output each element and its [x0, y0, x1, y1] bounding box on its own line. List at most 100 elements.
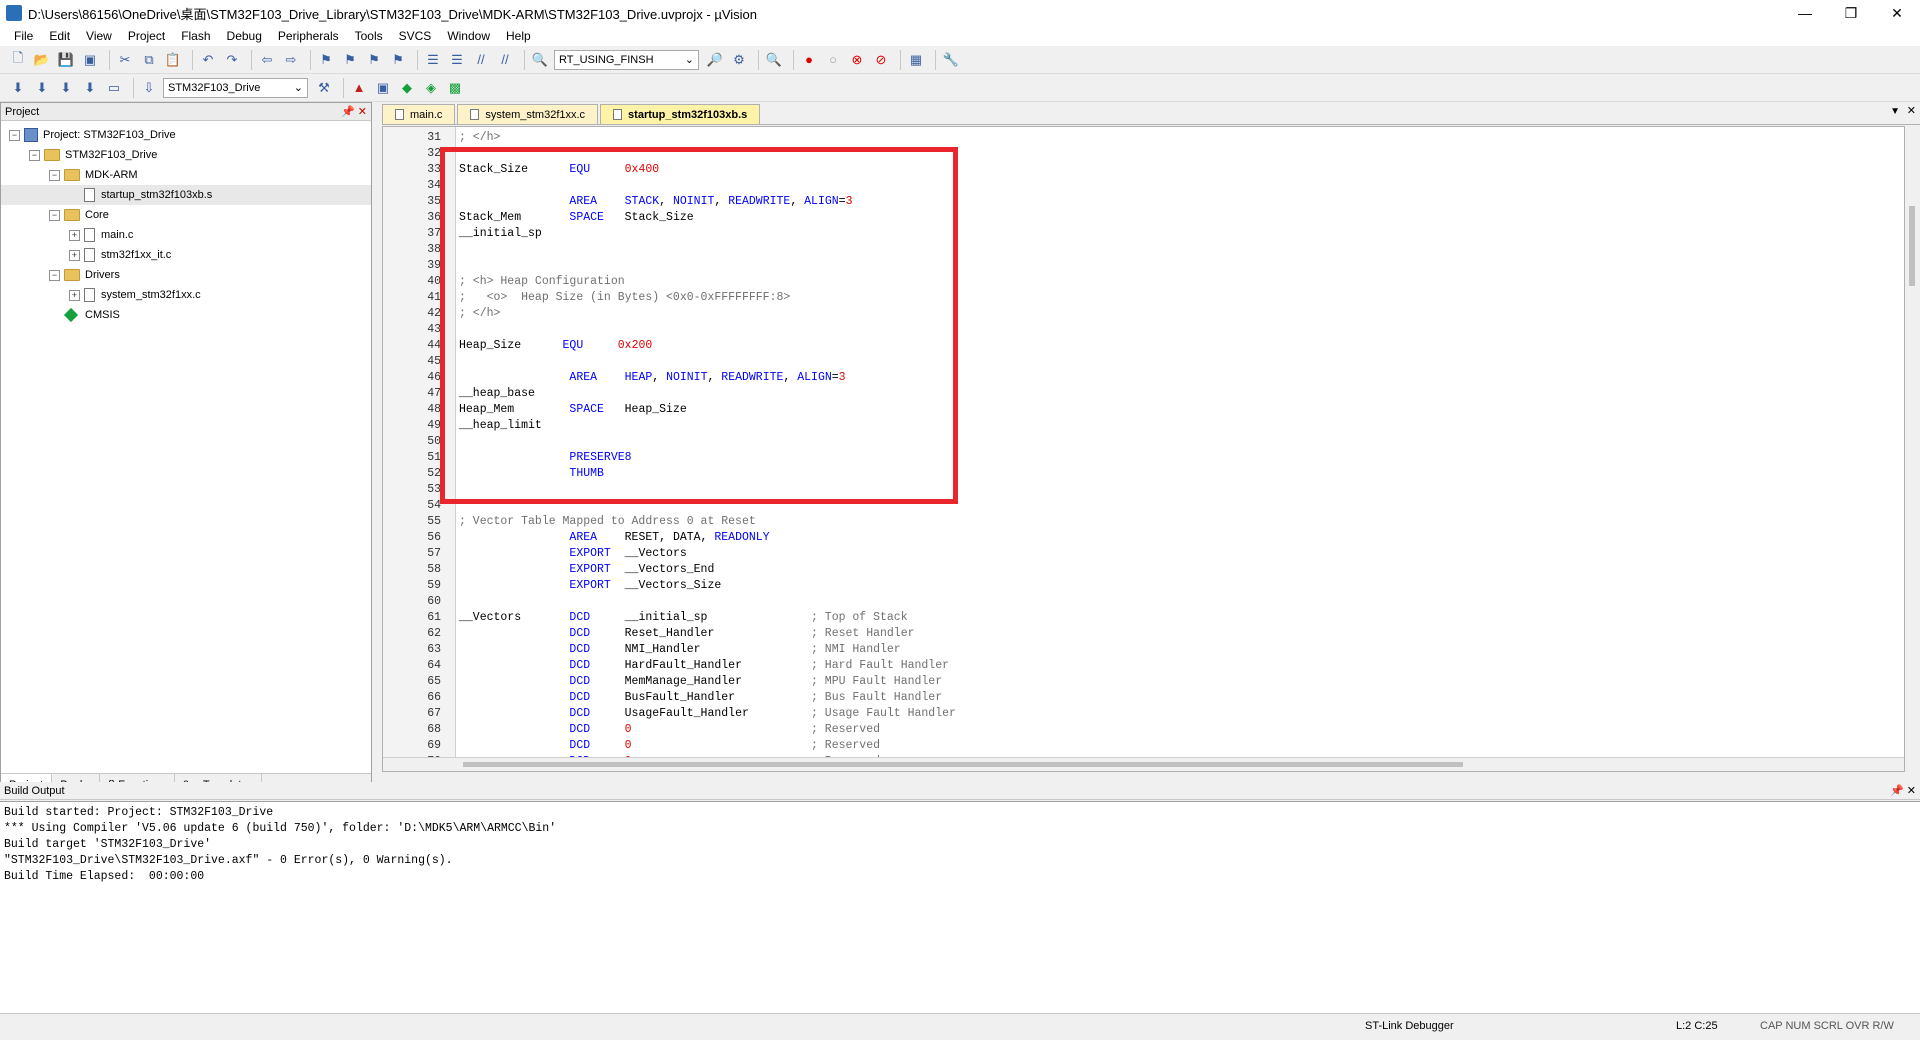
menu-edit[interactable]: Edit	[41, 29, 78, 43]
vertical-scrollbar[interactable]	[1905, 126, 1920, 772]
target-options-icon[interactable]: ⚒	[314, 78, 334, 98]
editor-close-icon[interactable]: ✕	[1907, 104, 1916, 117]
menu-help[interactable]: Help	[498, 29, 539, 43]
window-layout-icon[interactable]: ▦	[906, 50, 926, 70]
collapse-icon[interactable]: −	[49, 169, 60, 181]
menu-peripherals[interactable]: Peripherals	[270, 29, 347, 43]
panel-close-icon[interactable]: ✕	[1907, 785, 1916, 797]
breakpoint-kill-icon[interactable]: ⊗	[847, 50, 867, 70]
collapse-icon[interactable]: −	[9, 129, 20, 141]
tree-item[interactable]: + system_stm32f1xx.c	[1, 285, 371, 305]
line-number: 50	[427, 435, 441, 448]
expand-icon[interactable]: +	[69, 249, 80, 261]
build-output-panel: Build started: Project: STM32F103_Drive …	[0, 801, 1920, 1013]
translate-icon[interactable]: ⬇	[8, 78, 28, 98]
menu-svcs[interactable]: SVCS	[391, 29, 440, 43]
incremental-find-icon[interactable]: ⚙	[729, 50, 749, 70]
editor-tab[interactable]: main.c	[382, 104, 456, 124]
breakpoint-insert-icon[interactable]: ●	[799, 50, 819, 70]
tree-item-label: stm32f1xx_it.c	[101, 249, 172, 261]
find-in-files-icon[interactable]: 🔍	[530, 50, 550, 70]
download-icon[interactable]: ⇩	[139, 78, 159, 98]
breakpoint-disable-icon[interactable]: ○	[823, 50, 843, 70]
horizontal-scrollbar[interactable]	[383, 757, 1904, 771]
editor-tab[interactable]: startup_stm32f103xb.s	[600, 104, 761, 124]
menu-window[interactable]: Window	[439, 29, 498, 43]
tree-item-label: Project: STM32F103_Drive	[43, 129, 176, 141]
rebuild-icon[interactable]: ⬇	[56, 78, 76, 98]
panel-close-icon[interactable]: ✕	[358, 106, 367, 118]
tab-list-icon[interactable]: ▼	[1890, 106, 1900, 117]
save-icon[interactable]: 💾	[56, 50, 76, 70]
menu-file[interactable]: File	[6, 29, 41, 43]
nav-back-icon[interactable]: ⇦	[257, 50, 277, 70]
tree-item[interactable]: − Core	[1, 205, 371, 225]
build-icon[interactable]: ⬇	[32, 78, 52, 98]
menu-flash[interactable]: Flash	[173, 29, 218, 43]
code-editor[interactable]: 31; </h> 32 33 Stack_Size EQU 0x400 34 35 ARE…	[382, 126, 1905, 772]
tree-item[interactable]: − Drivers	[1, 265, 371, 285]
redo-icon[interactable]: ↷	[222, 50, 242, 70]
tree-item[interactable]: − Project: STM32F103_Drive	[1, 125, 371, 145]
breakpoint-disable-all-icon[interactable]: ⊘	[871, 50, 891, 70]
unindent-icon[interactable]: ☰	[447, 50, 467, 70]
line-number: 43	[427, 323, 441, 336]
debug-session-icon[interactable]: 🔍	[764, 50, 784, 70]
expand-icon[interactable]: +	[69, 289, 80, 301]
line-number: 32	[427, 147, 441, 160]
uncomment-icon[interactable]: //	[495, 50, 515, 70]
tree-item[interactable]: startup_stm32f103xb.s	[1, 185, 371, 205]
comment-icon[interactable]: //	[471, 50, 491, 70]
pin-icon[interactable]: 📌	[341, 106, 355, 118]
select-packs-icon[interactable]: ▣	[373, 78, 393, 98]
paste-icon[interactable]: 📋	[163, 50, 183, 70]
pack-installer-icon[interactable]: ◈	[421, 78, 441, 98]
collapse-icon[interactable]: −	[49, 209, 60, 221]
copy-icon[interactable]: ⧉	[139, 50, 159, 70]
menu-project[interactable]: Project	[120, 29, 173, 43]
menu-debug[interactable]: Debug	[219, 29, 270, 43]
bookmark-icon[interactable]: ⚑	[316, 50, 336, 70]
next-bookmark-icon[interactable]: ⚑	[364, 50, 384, 70]
maximize-icon[interactable]: ❐	[1828, 0, 1874, 26]
line-number: 35	[427, 195, 441, 208]
tree-item[interactable]: − MDK-ARM	[1, 165, 371, 185]
tree-item[interactable]: CMSIS	[1, 305, 371, 325]
cut-icon[interactable]: ✂	[115, 50, 135, 70]
configure-icon[interactable]: 🔧	[941, 50, 961, 70]
line-number: 33	[427, 163, 441, 176]
collapse-icon[interactable]: −	[49, 269, 60, 281]
close-icon[interactable]: ✕	[1874, 0, 1920, 26]
collapse-icon[interactable]: −	[29, 149, 40, 161]
minimize-icon[interactable]: —	[1782, 0, 1828, 26]
folder-icon	[64, 209, 80, 221]
tree-item[interactable]: + stm32f1xx_it.c	[1, 245, 371, 265]
menu-tools[interactable]: Tools	[347, 29, 391, 43]
prev-bookmark-icon[interactable]: ⚑	[340, 50, 360, 70]
indent-icon[interactable]: ☰	[423, 50, 443, 70]
find-icon[interactable]: 🔎	[705, 50, 725, 70]
tree-item[interactable]: − STM32F103_Drive	[1, 145, 371, 165]
menu-view[interactable]: View	[78, 29, 120, 43]
code-line: 65 DCD MemManage_Handler ; MPU Fault Han…	[383, 674, 956, 690]
open-file-icon[interactable]: 📂	[32, 50, 52, 70]
new-file-icon[interactable]: 🗋	[8, 50, 28, 70]
editor-tab[interactable]: system_stm32f1xx.c	[457, 104, 599, 124]
define-combo[interactable]: RT_USING_FINSH ⌄	[554, 49, 699, 70]
undo-icon[interactable]: ↶	[198, 50, 218, 70]
line-number: 45	[427, 355, 441, 368]
line-number: 48	[427, 403, 441, 416]
nav-forward-icon[interactable]: ⇨	[281, 50, 301, 70]
manage-project-items-icon[interactable]: ▲	[349, 78, 369, 98]
batch-build-icon[interactable]: ⬇	[80, 78, 100, 98]
event-recorder-icon[interactable]: ▩	[445, 78, 465, 98]
target-combo[interactable]: STM32F103_Drive ⌄	[163, 77, 308, 98]
line-number: 65	[427, 675, 441, 688]
save-all-icon[interactable]: ▣	[80, 50, 100, 70]
tree-item[interactable]: + main.c	[1, 225, 371, 245]
stop-build-icon[interactable]: ▭	[104, 78, 124, 98]
clear-bookmarks-icon[interactable]: ⚑	[388, 50, 408, 70]
manage-rte-icon[interactable]: ◆	[397, 78, 417, 98]
pin-icon[interactable]: 📌	[1890, 785, 1904, 797]
expand-icon[interactable]: +	[69, 229, 80, 241]
